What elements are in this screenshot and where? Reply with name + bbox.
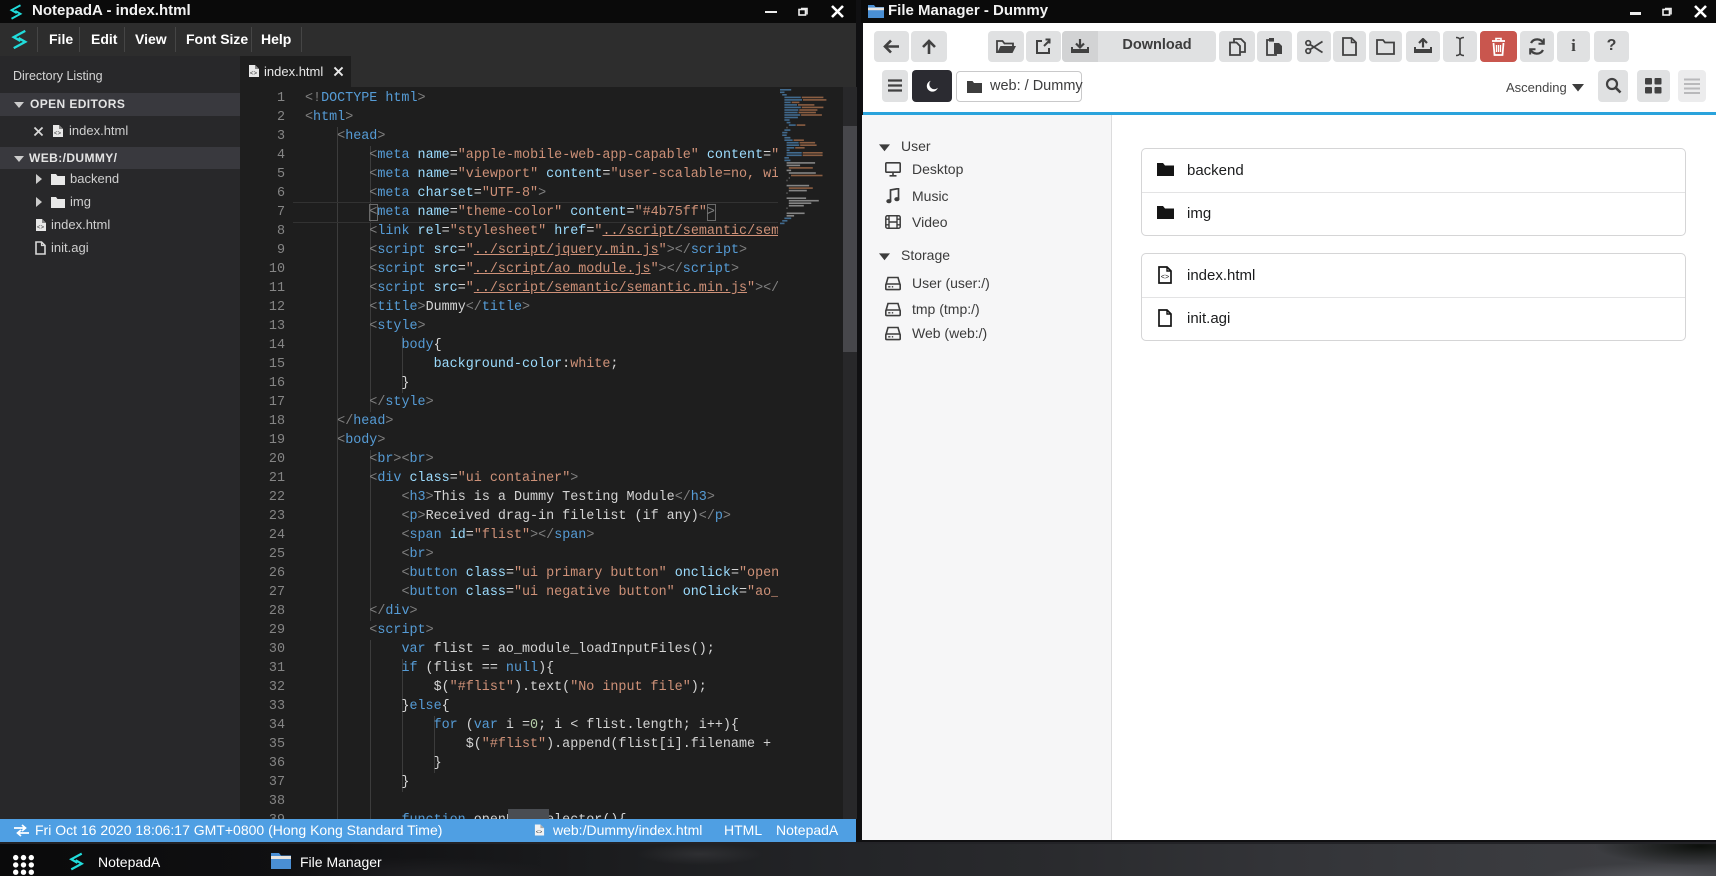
- svg-text:<>: <>: [54, 130, 62, 137]
- svg-text:<>: <>: [37, 224, 45, 231]
- svg-text:<>: <>: [1161, 274, 1169, 282]
- svg-text:<>: <>: [250, 70, 258, 77]
- svg-text:<>: <>: [536, 829, 543, 836]
